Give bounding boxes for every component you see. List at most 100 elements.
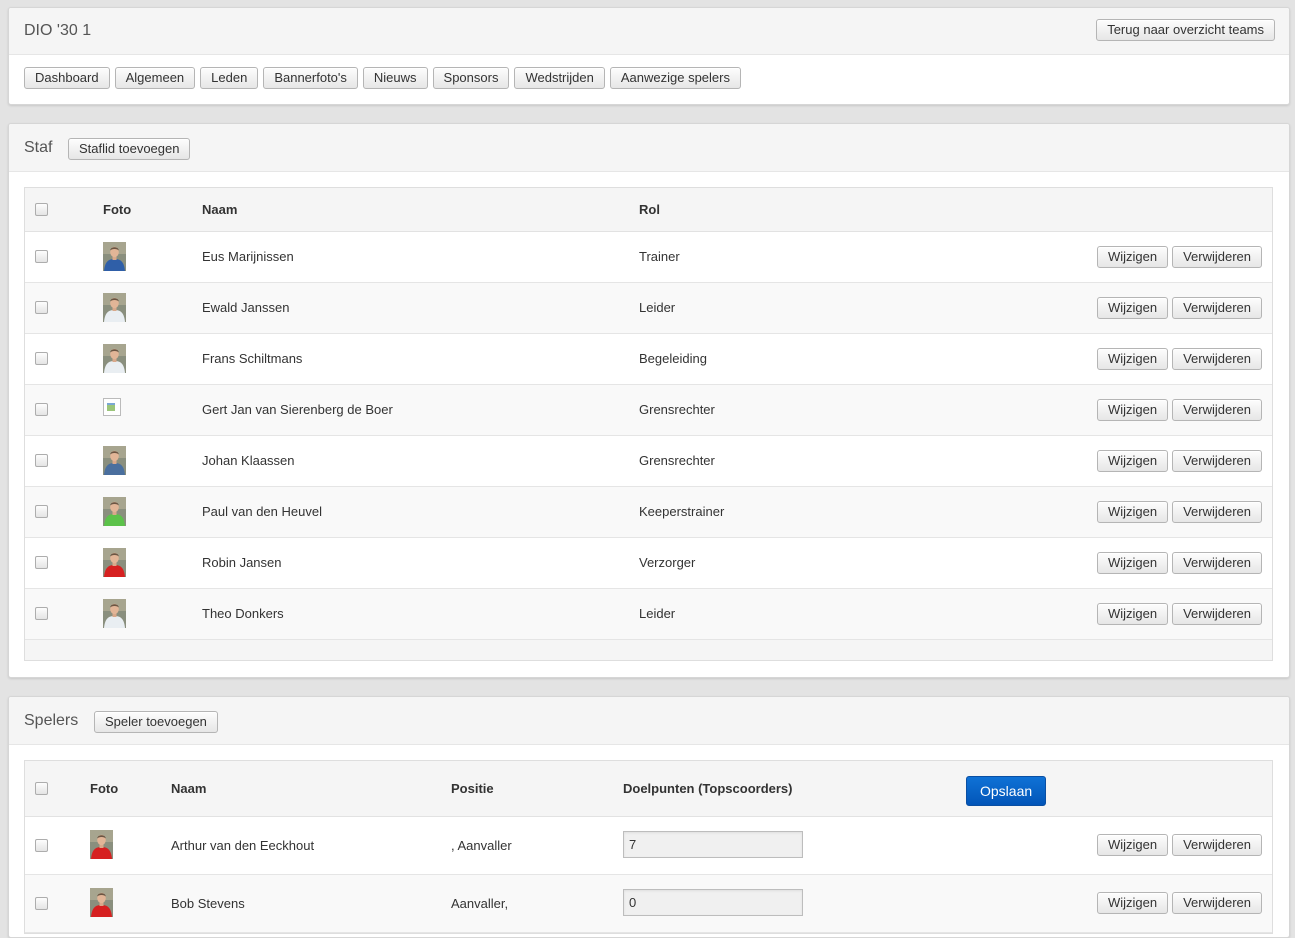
row-checkbox[interactable] [35,403,48,416]
player-row: Arthur van den Eeckhout , Aanvaller Wijzig… [25,817,1272,875]
delete-button[interactable]: Verwijderen [1172,501,1262,523]
edit-button[interactable]: Wijzigen [1096,834,1169,856]
row-checkbox[interactable] [35,607,48,620]
staff-role: Keeperstrainer [639,504,725,519]
delete-button[interactable]: Verwijderen [1172,348,1262,370]
staff-table-header: Foto Naam Rol [25,188,1272,232]
staff-title: Staf [24,139,53,156]
delete-button[interactable]: Verwijderen [1172,450,1262,472]
back-to-teams-button[interactable]: Terug naar overzicht teams [1096,19,1275,41]
staff-row: Eus Marijnissen Trainer Wijzigen Verwijdere… [25,232,1272,283]
staff-role: Grensrechter [639,453,715,468]
nav-sponsors[interactable]: Sponsors [432,67,510,89]
staff-role: Leider [639,300,676,315]
row-checkbox[interactable] [35,897,48,910]
staff-photo [103,599,126,628]
edit-button[interactable]: Wijzigen [1096,552,1169,574]
row-actions: Wijzigen Verwijderen [1096,501,1262,523]
player-name: Arthur van den Eeckhout [171,838,315,853]
page-title: DIO '30 1 [24,22,92,39]
row-actions: Wijzigen Verwijderen [1096,297,1262,319]
save-button[interactable]: Opslaan [966,776,1047,806]
edit-button[interactable]: Wijzigen [1096,892,1169,914]
players-panel: Spelers Speler toevoegen Foto Naam Posit… [8,696,1290,938]
delete-button[interactable]: Verwijderen [1172,399,1262,421]
edit-button[interactable]: Wijzigen [1096,246,1169,268]
staff-name: Frans Schiltmans [202,351,303,366]
staff-name: Paul van den Heuvel [202,504,322,519]
delete-button[interactable]: Verwijderen [1172,297,1262,319]
player-photo [90,888,113,917]
delete-button[interactable]: Verwijderen [1172,892,1262,914]
staff-role: Trainer [639,249,680,264]
broken-image-icon [103,398,121,416]
select-all-players-checkbox[interactable] [35,782,48,795]
team-header-panel: DIO '30 1 Terug naar overzicht teams Das… [8,7,1290,105]
col-photo: Foto [103,202,132,217]
staff-role: Grensrechter [639,402,715,417]
row-actions: Wijzigen Verwijderen [1096,450,1262,472]
delete-button[interactable]: Verwijderen [1172,834,1262,856]
staff-name: Eus Marijnissen [202,249,294,264]
player-rows: Arthur van den Eeckhout , Aanvaller Wijzig… [25,817,1272,933]
nav-nieuws[interactable]: Nieuws [362,67,428,89]
staff-photo [103,242,126,271]
row-checkbox[interactable] [35,250,48,263]
delete-button[interactable]: Verwijderen [1172,603,1262,625]
col-position: Positie [451,781,494,796]
nav-bannerfoto-s[interactable]: Bannerfoto's [263,67,358,89]
row-checkbox[interactable] [35,352,48,365]
staff-photo [103,497,126,526]
edit-button[interactable]: Wijzigen [1096,450,1169,472]
staff-role: Leider [639,606,676,621]
staff-row: Paul van den Heuvel Keeperstrainer Wijzige… [25,487,1272,538]
goals-input[interactable] [623,831,803,858]
staff-photo [103,293,126,322]
players-header: Spelers Speler toevoegen [9,697,1289,745]
row-actions: Wijzigen Verwijderen [1096,834,1262,856]
staff-role: Begeleiding [639,351,707,366]
add-player-button[interactable]: Speler toevoegen [94,711,218,733]
col-name: Naam [171,781,207,796]
nav-dashboard[interactable]: Dashboard [24,67,110,89]
edit-button[interactable]: Wijzigen [1096,603,1169,625]
add-staff-button[interactable]: Staflid toevoegen [68,138,191,160]
row-checkbox[interactable] [35,454,48,467]
team-nav: Dashboard Algemeen Leden Bannerfoto's Nieuws… [24,67,741,89]
staff-name: Gert Jan van Sierenberg de Boer [202,402,393,417]
staff-photo [103,548,126,577]
row-actions: Wijzigen Verwijderen [1096,399,1262,421]
player-photo [90,830,113,859]
players-table-header: Foto Naam Positie Doelpunten (Topscoorde… [25,761,1272,817]
players-title: Spelers [24,712,79,729]
staff-header: Staf Staflid toevoegen [9,124,1289,172]
staff-row: Frans Schiltmans Begeleiding Wijzigen Verwi… [25,334,1272,385]
staff-name: Theo Donkers [202,606,284,621]
select-all-staff-checkbox[interactable] [35,203,48,216]
edit-button[interactable]: Wijzigen [1096,348,1169,370]
nav-wedstrijden[interactable]: Wedstrijden [514,67,605,89]
staff-name: Johan Klaassen [202,453,295,468]
staff-photo [103,446,126,475]
delete-button[interactable]: Verwijderen [1172,552,1262,574]
row-checkbox[interactable] [35,839,48,852]
goals-input[interactable] [623,889,803,916]
row-checkbox[interactable] [35,301,48,314]
col-name: Naam [202,202,238,217]
nav-algemeen[interactable]: Algemeen [114,67,196,89]
player-name: Bob Stevens [171,896,245,911]
staff-row: Robin Jansen Verzorger Wijzigen Verwijderen [25,538,1272,589]
col-goals: Doelpunten (Topscoorders) [623,781,793,796]
player-position: , Aanvaller [451,838,512,853]
edit-button[interactable]: Wijzigen [1096,501,1169,523]
edit-button[interactable]: Wijzigen [1096,399,1169,421]
row-checkbox[interactable] [35,505,48,518]
row-checkbox[interactable] [35,556,48,569]
delete-button[interactable]: Verwijderen [1172,246,1262,268]
staff-row: Gert Jan van Sierenberg de Boer Grensrech… [25,385,1272,436]
row-actions: Wijzigen Verwijderen [1096,348,1262,370]
nav-aanwezige-spelers[interactable]: Aanwezige spelers [609,67,741,89]
nav-leden[interactable]: Leden [200,67,259,89]
edit-button[interactable]: Wijzigen [1096,297,1169,319]
players-table: Foto Naam Positie Doelpunten (Topscoorde… [24,760,1273,934]
